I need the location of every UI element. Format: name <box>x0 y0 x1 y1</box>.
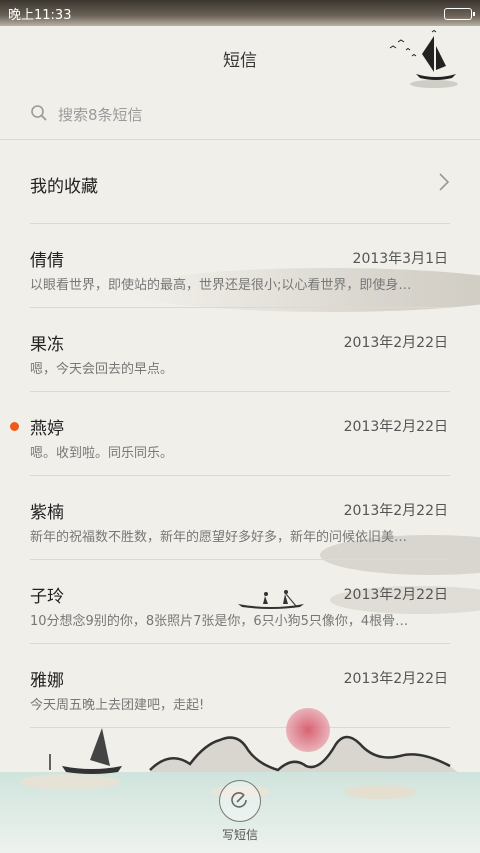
message-date: 2013年2月22日 <box>343 671 448 687</box>
search-input[interactable]: 搜索8条短信 <box>58 104 143 125</box>
battery-icon <box>444 8 475 20</box>
contact-name: 雅娜 <box>30 671 64 691</box>
message-preview: 新年的祝福数不胜数，新年的愿望好多好多，新年的问候依旧美… <box>30 530 408 545</box>
message-date: 2013年3月1日 <box>352 251 448 267</box>
status-time: 晚上11:33 <box>8 8 72 23</box>
sailboat-illustration <box>389 29 458 88</box>
contact-name: 燕婷 <box>30 419 64 439</box>
fishing-boat-illustration <box>238 590 304 609</box>
unread-indicator <box>10 422 19 431</box>
message-date: 2013年2月22日 <box>343 335 448 351</box>
favorites-item[interactable]: 我的收藏 <box>0 140 480 224</box>
message-date: 2013年2月22日 <box>343 587 448 603</box>
message-preview: 嗯，今天会回去的早点。 <box>30 362 174 377</box>
message-preview: 以眼看世界，即使站的最高，世界还是很小;以心看世界，即使身… <box>30 278 412 293</box>
contact-name: 子玲 <box>30 587 64 607</box>
message-preview: 10分想念9别的你，8张照片7张是你，6只小狗5只像你，4根骨… <box>30 614 409 629</box>
compose-label: 写短信 <box>221 828 258 842</box>
compose-icon <box>231 792 247 808</box>
contact-name: 紫楠 <box>30 503 64 523</box>
favorites-label: 我的收藏 <box>30 177 98 197</box>
search-icon <box>31 105 47 121</box>
message-preview: 嗯。收到啦。同乐同乐。 <box>30 446 174 461</box>
search-bar[interactable]: 搜索8条短信 <box>30 102 450 126</box>
compose-button[interactable] <box>219 780 261 822</box>
contact-name: 果冻 <box>30 335 64 355</box>
conversation-row[interactable]: 燕婷 2013年2月22日 嗯。收到啦。同乐同乐。 <box>0 392 480 476</box>
conversation-row[interactable]: 果冻 2013年2月22日 嗯，今天会回去的早点。 <box>0 308 480 392</box>
contact-name: 倩倩 <box>30 251 64 271</box>
message-date: 2013年2月22日 <box>343 419 448 435</box>
conversation-row[interactable]: 紫楠 2013年2月22日 新年的祝福数不胜数，新年的愿望好多好多，新年的问候依… <box>0 476 480 560</box>
chevron-right-icon <box>439 173 450 191</box>
status-bar: 晚上11:33 <box>0 0 480 26</box>
message-date: 2013年2月22日 <box>343 503 448 519</box>
conversation-row[interactable]: 倩倩 2013年3月1日 以眼看世界，即使站的最高，世界还是很小;以心看世界，即… <box>0 224 480 308</box>
